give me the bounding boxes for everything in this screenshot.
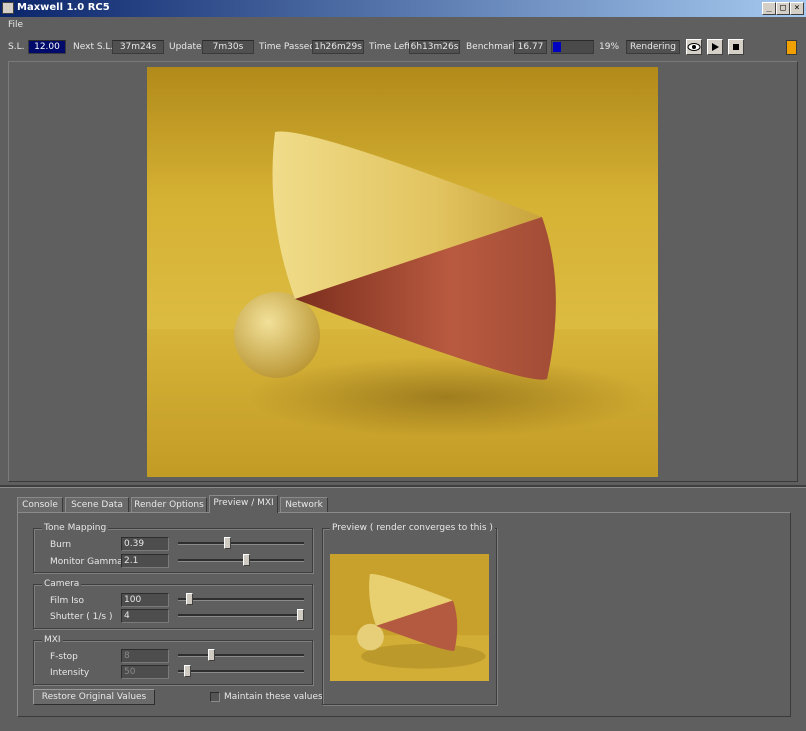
shutter-label: Shutter ( 1/s ) [50, 612, 113, 622]
stop-button[interactable] [728, 39, 744, 55]
time-passed-value: 1h26m29s [312, 40, 364, 54]
title-bar: Maxwell 1.0 RC5 _ □ × [0, 0, 806, 17]
burn-slider-thumb[interactable] [224, 537, 231, 549]
mxi-title: MXI [42, 635, 63, 645]
render-image [147, 67, 658, 477]
render-progress-bar [551, 40, 594, 54]
camera-title: Camera [42, 579, 82, 589]
benchmark-label: Benchmark [466, 42, 518, 52]
maximize-button[interactable]: □ [776, 2, 790, 15]
menu-file[interactable]: File [8, 20, 23, 30]
play-icon [712, 43, 719, 51]
gamma-label: Monitor Gamma [50, 557, 123, 567]
time-left-value: 6h13m26s [409, 40, 460, 54]
burn-input[interactable]: 0.39 [121, 537, 169, 551]
intensity-slider-thumb[interactable] [184, 665, 191, 677]
fstop-input[interactable]: 8 [121, 649, 169, 663]
minimize-button[interactable]: _ [762, 2, 776, 15]
play-button[interactable] [707, 39, 723, 55]
eye-icon [687, 43, 701, 51]
burn-slider-track[interactable] [178, 542, 304, 545]
fstop-slider-thumb[interactable] [208, 649, 215, 661]
intensity-label: Intensity [50, 668, 90, 678]
tab-render-options[interactable]: Render Options [131, 497, 207, 512]
render-progress-fill [553, 42, 561, 52]
stop-icon [733, 44, 739, 50]
shutter-slider-track[interactable] [178, 614, 304, 617]
intensity-slider-track[interactable] [178, 670, 304, 673]
update-value: 7m30s [202, 40, 254, 54]
maintain-values-checkbox[interactable] [210, 692, 220, 702]
fstop-label: F-stop [50, 652, 78, 662]
preview-image [330, 554, 489, 681]
time-passed-label: Time Passed [259, 42, 316, 52]
film-iso-input[interactable]: 100 [121, 593, 169, 607]
fstop-slider-track[interactable] [178, 654, 304, 657]
film-iso-slider-track[interactable] [178, 598, 304, 601]
sl-input[interactable]: 12.00 [28, 40, 66, 54]
gamma-slider-thumb[interactable] [243, 554, 250, 566]
update-label: Update [169, 42, 202, 52]
mxi-group [33, 640, 313, 685]
tab-preview-mxi[interactable]: Preview / MXI [209, 495, 278, 513]
tab-scene-data[interactable]: Scene Data [65, 497, 129, 512]
window-title: Maxwell 1.0 RC5 [17, 2, 110, 13]
panel-divider [0, 485, 806, 488]
camera-group [33, 584, 313, 629]
close-button[interactable]: × [790, 2, 804, 15]
status-indicator [786, 40, 797, 55]
shutter-input[interactable]: 4 [121, 609, 169, 623]
restore-original-values-button[interactable]: Restore Original Values [33, 689, 155, 705]
film-iso-label: Film Iso [50, 596, 85, 606]
next-sl-value: 37m24s [112, 40, 164, 54]
eye-button[interactable] [686, 39, 702, 55]
tone-mapping-title: Tone Mapping [42, 523, 109, 533]
gamma-input[interactable]: 2.1 [121, 554, 169, 568]
maintain-values-label: Maintain these values [224, 692, 323, 702]
preview-title: Preview ( render converges to this ) [330, 523, 495, 533]
render-status: Rendering [626, 40, 680, 54]
progress-percent: 19% [599, 42, 620, 52]
intensity-input[interactable]: 50 [121, 665, 169, 679]
gamma-slider-track[interactable] [178, 559, 304, 562]
next-sl-label: Next S.L. [73, 42, 114, 52]
sl-label: S.L. [8, 42, 25, 52]
tab-console[interactable]: Console [17, 497, 63, 512]
benchmark-value: 16.77 [514, 40, 547, 54]
menu-bar: File [0, 17, 806, 33]
shutter-slider-thumb[interactable] [297, 609, 304, 621]
film-iso-slider-thumb[interactable] [186, 593, 193, 605]
app-icon [2, 2, 14, 14]
tab-network[interactable]: Network [280, 497, 328, 512]
time-left-label: Time Left [369, 42, 411, 52]
burn-label: Burn [50, 540, 72, 550]
